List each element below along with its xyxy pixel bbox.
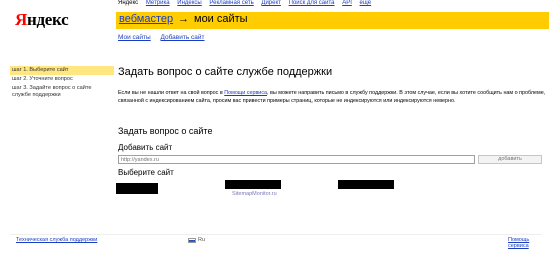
topnav-direct[interactable]: Директ [261, 0, 281, 6]
logo-rest: ндекс [26, 10, 69, 29]
step-1: шаг 1. Выберите сайт [10, 66, 114, 75]
site-url-text[interactable]: SitemapMonitor.ru [232, 191, 277, 197]
footer-support-link[interactable]: Техническая служба поддержки [16, 237, 97, 243]
page-title: Задать вопрос о сайте службе поддержки [118, 66, 333, 78]
sub-navigation: Мои сайты Добавить сайт [118, 34, 213, 41]
logo-first-letter: Я [15, 10, 27, 29]
desc-part-1: Если вы не нашли ответ на свой вопрос в [118, 90, 225, 96]
site-item-redacted[interactable] [116, 183, 158, 194]
footer-help-link[interactable]: Помощь сервиса [508, 237, 549, 249]
add-site-label: Добавить сайт [118, 143, 173, 152]
help-link[interactable]: Помощи сервиса [224, 90, 267, 96]
steps-list: шаг 1. Выберите сайт шаг 2. Уточните воп… [10, 66, 114, 100]
description-text: Если вы не нашли ответ на свой вопрос в … [118, 89, 546, 105]
form-title: Задать вопрос о сайте [118, 126, 213, 136]
topnav-more[interactable]: ещё [360, 0, 372, 6]
add-site-button[interactable]: добавить [478, 155, 542, 164]
topnav-site-search[interactable]: Поиск для сайта [289, 0, 335, 6]
subnav-my-sites[interactable]: Мои сайты [118, 34, 151, 41]
step-2: шаг 2. Уточните вопрос [12, 76, 73, 82]
site-url-input[interactable] [118, 155, 475, 164]
subnav-add-site[interactable]: Добавить сайт [161, 34, 205, 41]
select-site-label: Выберите сайт [118, 168, 174, 177]
service-name-link[interactable]: вебмастер [119, 13, 173, 25]
language-switcher[interactable]: Ru [188, 237, 205, 243]
topnav-indexes[interactable]: Индексы [177, 0, 201, 6]
russia-flag-icon [188, 237, 196, 243]
topnav-ad-network[interactable]: Рекламная сеть [209, 0, 253, 6]
language-label: Ru [198, 237, 206, 243]
topnav-metrika[interactable]: Метрика [146, 0, 170, 6]
service-header-bar: вебмастер → мои сайты [116, 12, 549, 29]
page-name: мои сайты [194, 13, 248, 25]
step-3: шаг 3. Задайте вопрос о сайте службе под… [12, 85, 92, 98]
topnav-api[interactable]: API [342, 0, 352, 6]
top-navigation: Яндекс Метрика Индексы Рекламная сеть Ди… [118, 0, 377, 6]
site-item-redacted[interactable] [338, 180, 394, 189]
topnav-yandex: Яндекс [118, 0, 139, 6]
yandex-logo[interactable]: Яндекс [15, 10, 69, 30]
breadcrumb-arrow-icon: → [178, 13, 189, 25]
footer-divider [10, 234, 542, 235]
site-item-redacted[interactable] [225, 180, 281, 189]
